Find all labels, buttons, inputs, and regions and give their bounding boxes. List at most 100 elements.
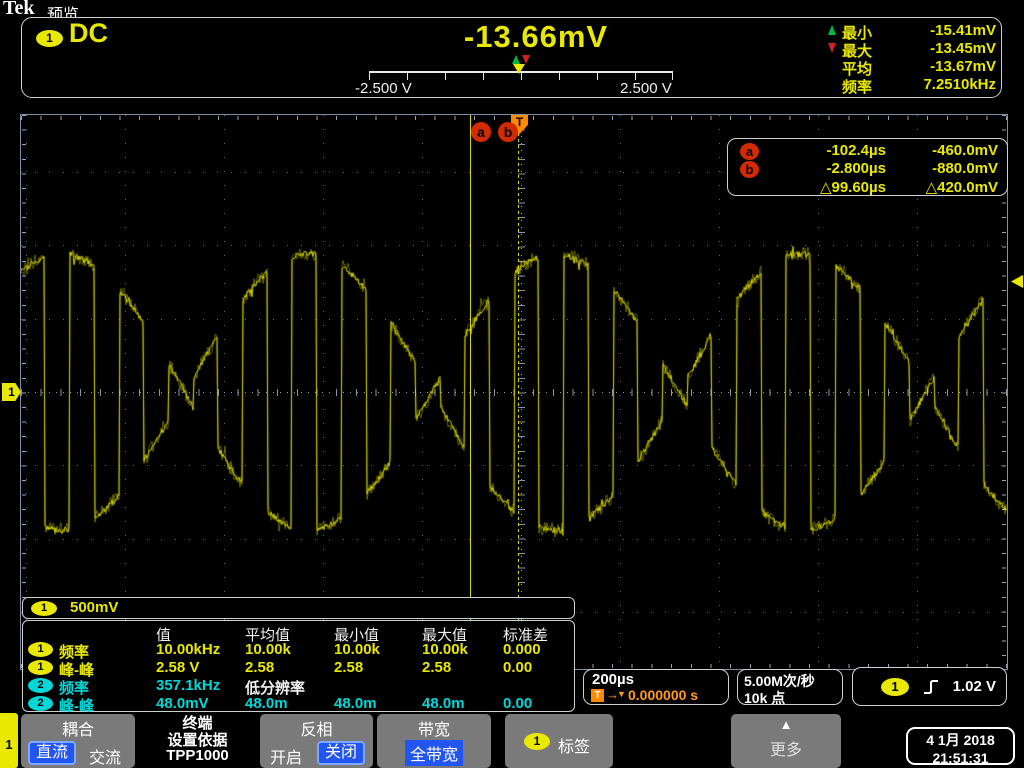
- label-button[interactable]: 1 标签: [505, 714, 613, 768]
- meas-value: 357.1kHz: [156, 677, 220, 694]
- stat-value: -15.41mV: [930, 22, 996, 39]
- meas-max: 10.00k: [422, 641, 468, 658]
- bandwidth-full-option[interactable]: 全带宽: [405, 740, 463, 766]
- invert-button[interactable]: 反相 开启 关闭: [260, 714, 373, 768]
- measurement-table: 值 平均值 最小值 最大值 标准差 1 频率 10.00kHz 10.00k 1…: [22, 620, 575, 712]
- stat-row-freq: 频率 7.2510kHz: [826, 76, 998, 94]
- stat-row-max: 最大 -13.45mV: [826, 40, 998, 58]
- coupling-button[interactable]: 耦合 直流 交流: [21, 714, 135, 768]
- date-value: 4 1月 2018: [908, 730, 1013, 750]
- trigger-status-box: 1 1.02 V: [852, 667, 1007, 706]
- cursor-delta-row: △99.60µs △420.0mV: [728, 178, 1007, 196]
- termination-line3: TPP1000: [139, 747, 256, 764]
- bottom-menu-bar: 1 耦合 直流 交流 终端 设置依据 TPP1000 反相 开启 关闭 带宽 全…: [0, 712, 1024, 768]
- termination-button[interactable]: 终端 设置依据 TPP1000: [139, 712, 256, 768]
- oscilloscope-screen: Tek 预览 1 DC -13.66mV -2.500 V 2.500 V 最小…: [0, 0, 1024, 768]
- cursor-b-line[interactable]: [518, 115, 519, 669]
- meas-std: 0.000: [503, 641, 541, 658]
- invert-off-option[interactable]: 关闭: [317, 741, 365, 765]
- time-per-div: 200µs: [592, 671, 634, 688]
- stat-value: -13.45mV: [930, 40, 996, 57]
- scale-tick: [559, 71, 560, 80]
- graticule: a b T: [21, 115, 1007, 669]
- meas-value: 10.00kHz: [156, 641, 220, 658]
- cursor-a-volt: -460.0mV: [893, 142, 998, 159]
- cursor-b-time: -2.800µs: [768, 160, 886, 177]
- measurement-row: 1 峰-峰 2.58 V 2.58 2.58 2.58 0.00: [23, 659, 574, 677]
- cursor-a-line[interactable]: [470, 115, 471, 669]
- channel-1-badge: 1: [36, 30, 63, 47]
- record-length: 10k 点: [744, 688, 785, 708]
- main-measurement-value: -13.66mV: [396, 19, 676, 55]
- coupling-readout: DC: [69, 18, 108, 49]
- cursor-a-time: -102.4µs: [768, 142, 886, 159]
- scale-tick: [672, 71, 673, 80]
- bandwidth-title: 带宽: [377, 716, 491, 740]
- cursor-b-volt: -880.0mV: [893, 160, 998, 177]
- cursor-a-badge[interactable]: a: [471, 122, 491, 142]
- meas-min: 10.00k: [334, 641, 380, 658]
- meas-mean: 10.00k: [245, 641, 291, 658]
- coupling-title: 耦合: [21, 716, 135, 740]
- trigger-level-value: 1.02 V: [953, 678, 996, 695]
- scale-min-label: -2.500 V: [355, 80, 412, 97]
- horizontal-settings-box: 200µs T → ▼ 0.000000 s: [583, 669, 729, 705]
- channel-badge: 2: [28, 678, 53, 693]
- more-button[interactable]: ▲ 更多: [731, 714, 841, 768]
- trigger-delay-value: 0.000000 s: [628, 687, 698, 703]
- more-up-arrow-icon: ▲: [731, 717, 841, 732]
- scale-tick: [369, 71, 370, 80]
- cursor-delta-volt: △420.0mV: [893, 178, 998, 196]
- meas-value: 48.0mV: [156, 695, 209, 712]
- label-channel-badge: 1: [524, 733, 550, 750]
- meas-max: 48.0m: [422, 695, 465, 712]
- scale-tick: [597, 71, 598, 80]
- cursor-b-badge[interactable]: b: [498, 122, 518, 142]
- label-title: 标签: [558, 733, 590, 757]
- invert-title: 反相: [260, 716, 373, 740]
- cursor-delta-time: △99.60µs: [768, 178, 886, 196]
- meas-value: 2.58 V: [156, 659, 199, 676]
- meas-min: 48.0m: [334, 695, 377, 712]
- max-indicator-icon: [522, 55, 530, 64]
- min-indicator-icon: [512, 55, 520, 64]
- coupling-ac-option[interactable]: 交流: [89, 744, 121, 768]
- bandwidth-button[interactable]: 带宽 全带宽: [377, 714, 491, 768]
- coupling-dc-option[interactable]: 直流: [28, 741, 76, 765]
- scale-tick: [483, 71, 484, 80]
- cursor-readout-box: a -102.4µs -460.0mV b -2.800µs -880.0mV …: [727, 138, 1008, 196]
- measurement-row: 1 频率 10.00kHz 10.00k 10.00k 10.00k 0.000: [23, 641, 574, 659]
- invert-on-option[interactable]: 开启: [270, 744, 302, 768]
- stat-row-mean: 平均 -13.67mV: [826, 58, 998, 76]
- stat-value: -13.67mV: [930, 58, 996, 75]
- menu-channel-tab[interactable]: 1: [0, 713, 18, 768]
- stat-label: 频率: [842, 76, 872, 97]
- trigger-level-marker-icon[interactable]: [1011, 275, 1023, 288]
- channel-badge: 1: [28, 642, 53, 657]
- cursor-a-row: a -102.4µs -460.0mV: [728, 142, 1007, 160]
- scale-tick: [635, 71, 636, 80]
- min-flag-icon: [828, 25, 836, 35]
- channel-badge: 2: [28, 696, 53, 711]
- channel-scale-value: 500mV: [70, 599, 118, 616]
- acquisition-box: 5.00M次/秒 10k 点: [737, 669, 843, 705]
- top-readout-box: 1 DC -13.66mV -2.500 V 2.500 V 最小 -15.41…: [21, 17, 1002, 98]
- trigger-source-badge: 1: [881, 678, 909, 696]
- meas-std: 0.00: [503, 659, 532, 676]
- channel-badge: 1: [28, 660, 53, 675]
- datetime-box: 4 1月 2018 21:51:31: [906, 727, 1015, 765]
- channel-1-badge: 1: [31, 601, 57, 616]
- rising-edge-slope-icon: [923, 677, 939, 697]
- cursor-b-row: b -2.800µs -880.0mV: [728, 160, 1007, 178]
- meas-mean: 48.0m: [245, 695, 288, 712]
- stat-row-min: 最小 -15.41mV: [826, 22, 998, 40]
- time-value: 21:51:31: [908, 750, 1013, 766]
- channel-1-position-marker[interactable]: 1: [2, 383, 21, 401]
- waveform-canvas: [21, 115, 1007, 669]
- meas-max: 2.58: [422, 659, 451, 676]
- scale-tick: [407, 71, 408, 80]
- meas-mean: 2.58: [245, 659, 274, 676]
- more-title: 更多: [731, 736, 841, 760]
- stat-value: 7.2510kHz: [923, 76, 996, 93]
- channel-scale-bar[interactable]: 1 500mV: [22, 597, 575, 619]
